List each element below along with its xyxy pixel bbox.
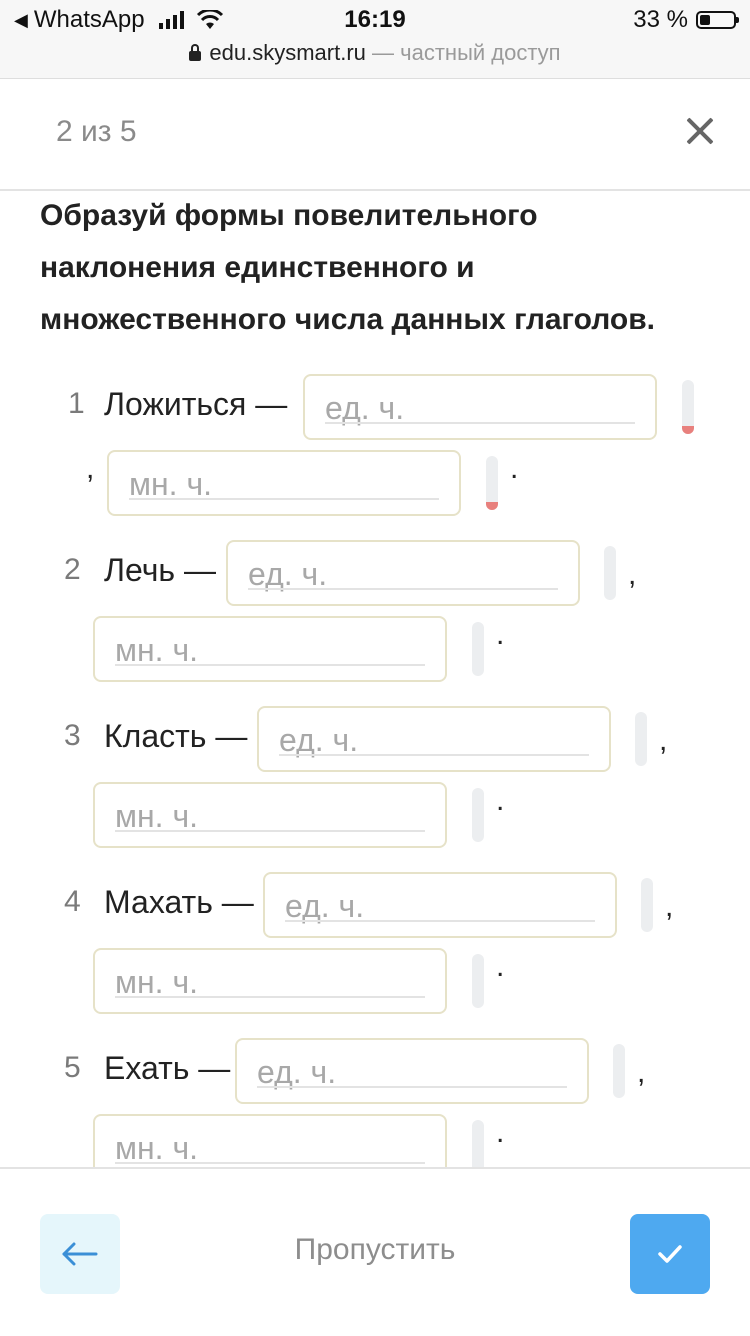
separator-comma: ,	[86, 452, 95, 485]
url-bar[interactable]: edu.skysmart.ru — частный доступ	[0, 40, 750, 66]
status-indicator	[472, 1120, 484, 1167]
url-note: — частный доступ	[372, 40, 561, 65]
plural-input[interactable]: мн. ч.	[93, 782, 447, 848]
plural-input[interactable]: мн. ч.	[93, 948, 447, 1014]
verb: Ложиться —	[104, 386, 288, 422]
plural-input[interactable]: мн. ч.	[107, 450, 461, 516]
verb: Махать —	[104, 884, 254, 920]
separator-comma: ,	[659, 724, 668, 757]
skip-button[interactable]: Пропустить	[295, 1233, 456, 1266]
verb: Лечь —	[104, 552, 216, 588]
input-underline	[115, 996, 425, 998]
status-indicator	[604, 546, 616, 600]
item-number: 3	[64, 719, 81, 752]
separator-comma: ,	[665, 890, 674, 923]
status-bar: ◀ WhatsApp 16:19 33 % edu.skysmart.ru — …	[0, 0, 750, 79]
lock-icon	[189, 44, 202, 61]
input-underline	[115, 830, 425, 832]
status-indicator	[472, 622, 484, 676]
separator-comma: ,	[637, 1056, 646, 1089]
task-header: 2 из 5	[0, 79, 750, 191]
end-period: .	[496, 1116, 505, 1149]
status-indicator	[641, 878, 653, 932]
item-number: 4	[64, 885, 81, 918]
item-number: 2	[64, 553, 81, 586]
input-underline	[325, 422, 635, 424]
status-indicator	[472, 954, 484, 1008]
input-underline	[248, 588, 558, 590]
singular-input[interactable]: ед. ч.	[235, 1038, 589, 1104]
task-content: Образуй формы повелительного наклонения …	[0, 190, 750, 1167]
input-underline	[129, 498, 439, 500]
error-indicator	[682, 380, 694, 434]
battery-icon	[696, 11, 739, 29]
input-underline	[115, 664, 425, 666]
task-footer: Пропустить	[0, 1167, 750, 1336]
battery-status: 33 %	[633, 6, 739, 34]
input-underline	[285, 920, 595, 922]
end-period: .	[496, 618, 505, 651]
close-icon[interactable]	[686, 117, 714, 145]
url-domain: edu.skysmart.ru	[209, 40, 366, 65]
input-underline	[257, 1086, 567, 1088]
end-period: .	[496, 784, 505, 817]
status-indicator	[613, 1044, 625, 1098]
plural-input[interactable]: мн. ч.	[93, 616, 447, 682]
end-period: .	[510, 452, 519, 485]
task-progress: 2 из 5	[56, 115, 137, 148]
singular-input[interactable]: ед. ч.	[263, 872, 617, 938]
error-indicator	[486, 456, 498, 510]
confirm-button[interactable]	[630, 1214, 710, 1294]
verb: Класть —	[104, 718, 248, 754]
separator-comma: ,	[628, 558, 637, 591]
singular-input[interactable]: ед. ч.	[257, 706, 611, 772]
singular-input[interactable]: ед. ч.	[226, 540, 580, 606]
plural-input[interactable]: мн. ч.	[93, 1114, 447, 1167]
item-number: 1	[68, 387, 85, 420]
status-indicator	[472, 788, 484, 842]
question-text: Образуй формы повелительного наклонения …	[40, 199, 655, 336]
end-period: .	[496, 950, 505, 983]
battery-percent: 33 %	[633, 6, 688, 33]
item-number: 5	[64, 1051, 81, 1084]
input-underline	[115, 1162, 425, 1164]
input-underline	[279, 754, 589, 756]
singular-input[interactable]: ед. ч.	[303, 374, 657, 440]
verb: Ехать —	[104, 1050, 231, 1086]
checkmark-icon	[658, 1245, 682, 1263]
status-indicator	[635, 712, 647, 766]
